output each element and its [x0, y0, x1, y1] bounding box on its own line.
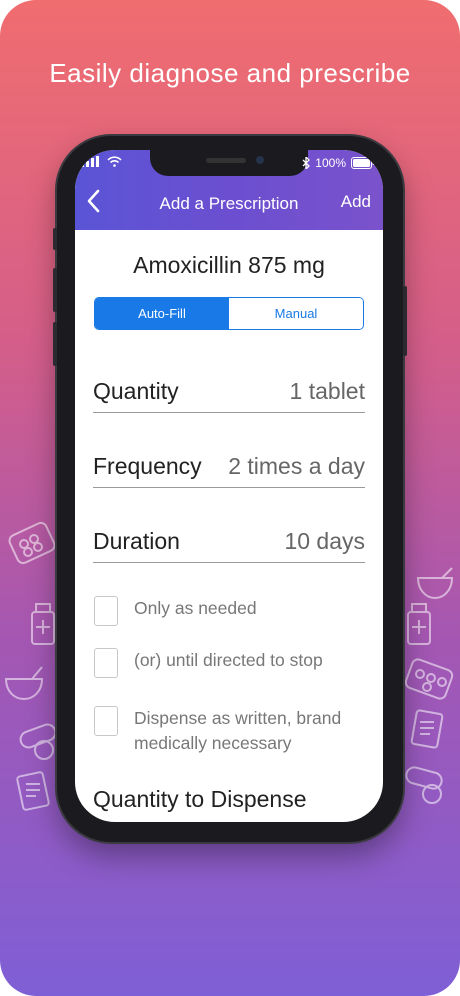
pill-blister-icon — [8, 521, 56, 565]
duration-field[interactable]: Duration 10 days — [93, 524, 365, 563]
until-directed-label: (or) until directed to stop — [134, 650, 323, 670]
prescription-doc-icon — [410, 709, 444, 749]
segment-manual[interactable]: Manual — [229, 298, 363, 329]
cellular-signal-icon — [81, 156, 99, 167]
nav-bar: 100% Add a Prescription Add — [75, 150, 383, 230]
phone-volume-down — [53, 322, 57, 366]
as-needed-label: Only as needed — [134, 598, 257, 618]
checkbox-row-as-needed[interactable]: Only as needed — [94, 596, 364, 626]
duration-label: Duration — [93, 528, 180, 554]
quantity-value: 1 tablet — [289, 378, 365, 404]
medicine-bottle-icon — [31, 603, 55, 645]
battery-icon — [351, 157, 375, 169]
add-button[interactable]: Add — [341, 192, 371, 212]
dispense-as-written-checkbox[interactable] — [94, 706, 118, 736]
checkbox-row-dispense-as-written[interactable]: Dispense as written, brand medically nec… — [94, 706, 364, 756]
front-camera — [256, 156, 264, 164]
phone-volume-up — [53, 268, 57, 312]
drug-name: Amoxicillin 875 mg — [133, 252, 325, 278]
quantity-field[interactable]: Quantity 1 tablet — [93, 374, 365, 413]
mortar-icon — [416, 567, 454, 600]
quantity-label: Quantity — [93, 378, 179, 404]
phone-power-button — [403, 286, 407, 356]
segment-auto-fill[interactable]: Auto-Fill — [95, 298, 229, 329]
speaker-grille — [206, 158, 246, 163]
mortar-icon — [4, 666, 44, 701]
until-directed-checkbox[interactable] — [94, 648, 118, 678]
as-needed-checkbox[interactable] — [94, 596, 118, 626]
frequency-value: 2 times a day — [228, 453, 365, 479]
prescription-doc-icon — [16, 771, 50, 811]
quantity-to-dispense-heading: Quantity to Dispense — [93, 786, 307, 812]
checkbox-row-until-directed[interactable]: (or) until directed to stop — [94, 648, 364, 678]
capsule-icon — [19, 723, 57, 760]
wifi-icon — [107, 156, 122, 167]
battery-percent: 100% — [315, 156, 346, 170]
frequency-label: Frequency — [93, 453, 202, 479]
capsule-icon — [405, 766, 443, 804]
frequency-field[interactable]: Frequency 2 times a day — [93, 449, 365, 488]
pill-blister-icon — [404, 658, 454, 700]
app-screen: 100% Add a Prescription Add Amoxicillin … — [75, 150, 383, 822]
promo-headline: Easily diagnose and prescribe — [49, 58, 411, 88]
medicine-bottle-icon — [407, 603, 431, 645]
dispense-as-written-label: Dispense as written, brand medically nec… — [134, 708, 342, 753]
nav-title: Add a Prescription — [159, 194, 299, 213]
duration-value: 10 days — [284, 528, 365, 554]
status-bar-right: 100% — [302, 156, 375, 170]
phone-notch — [150, 150, 308, 176]
fill-mode-segmented-control: Auto-Fill Manual — [94, 297, 364, 330]
bluetooth-icon — [302, 157, 311, 169]
phone-mute-switch — [53, 228, 57, 250]
status-bar-left — [81, 156, 122, 167]
